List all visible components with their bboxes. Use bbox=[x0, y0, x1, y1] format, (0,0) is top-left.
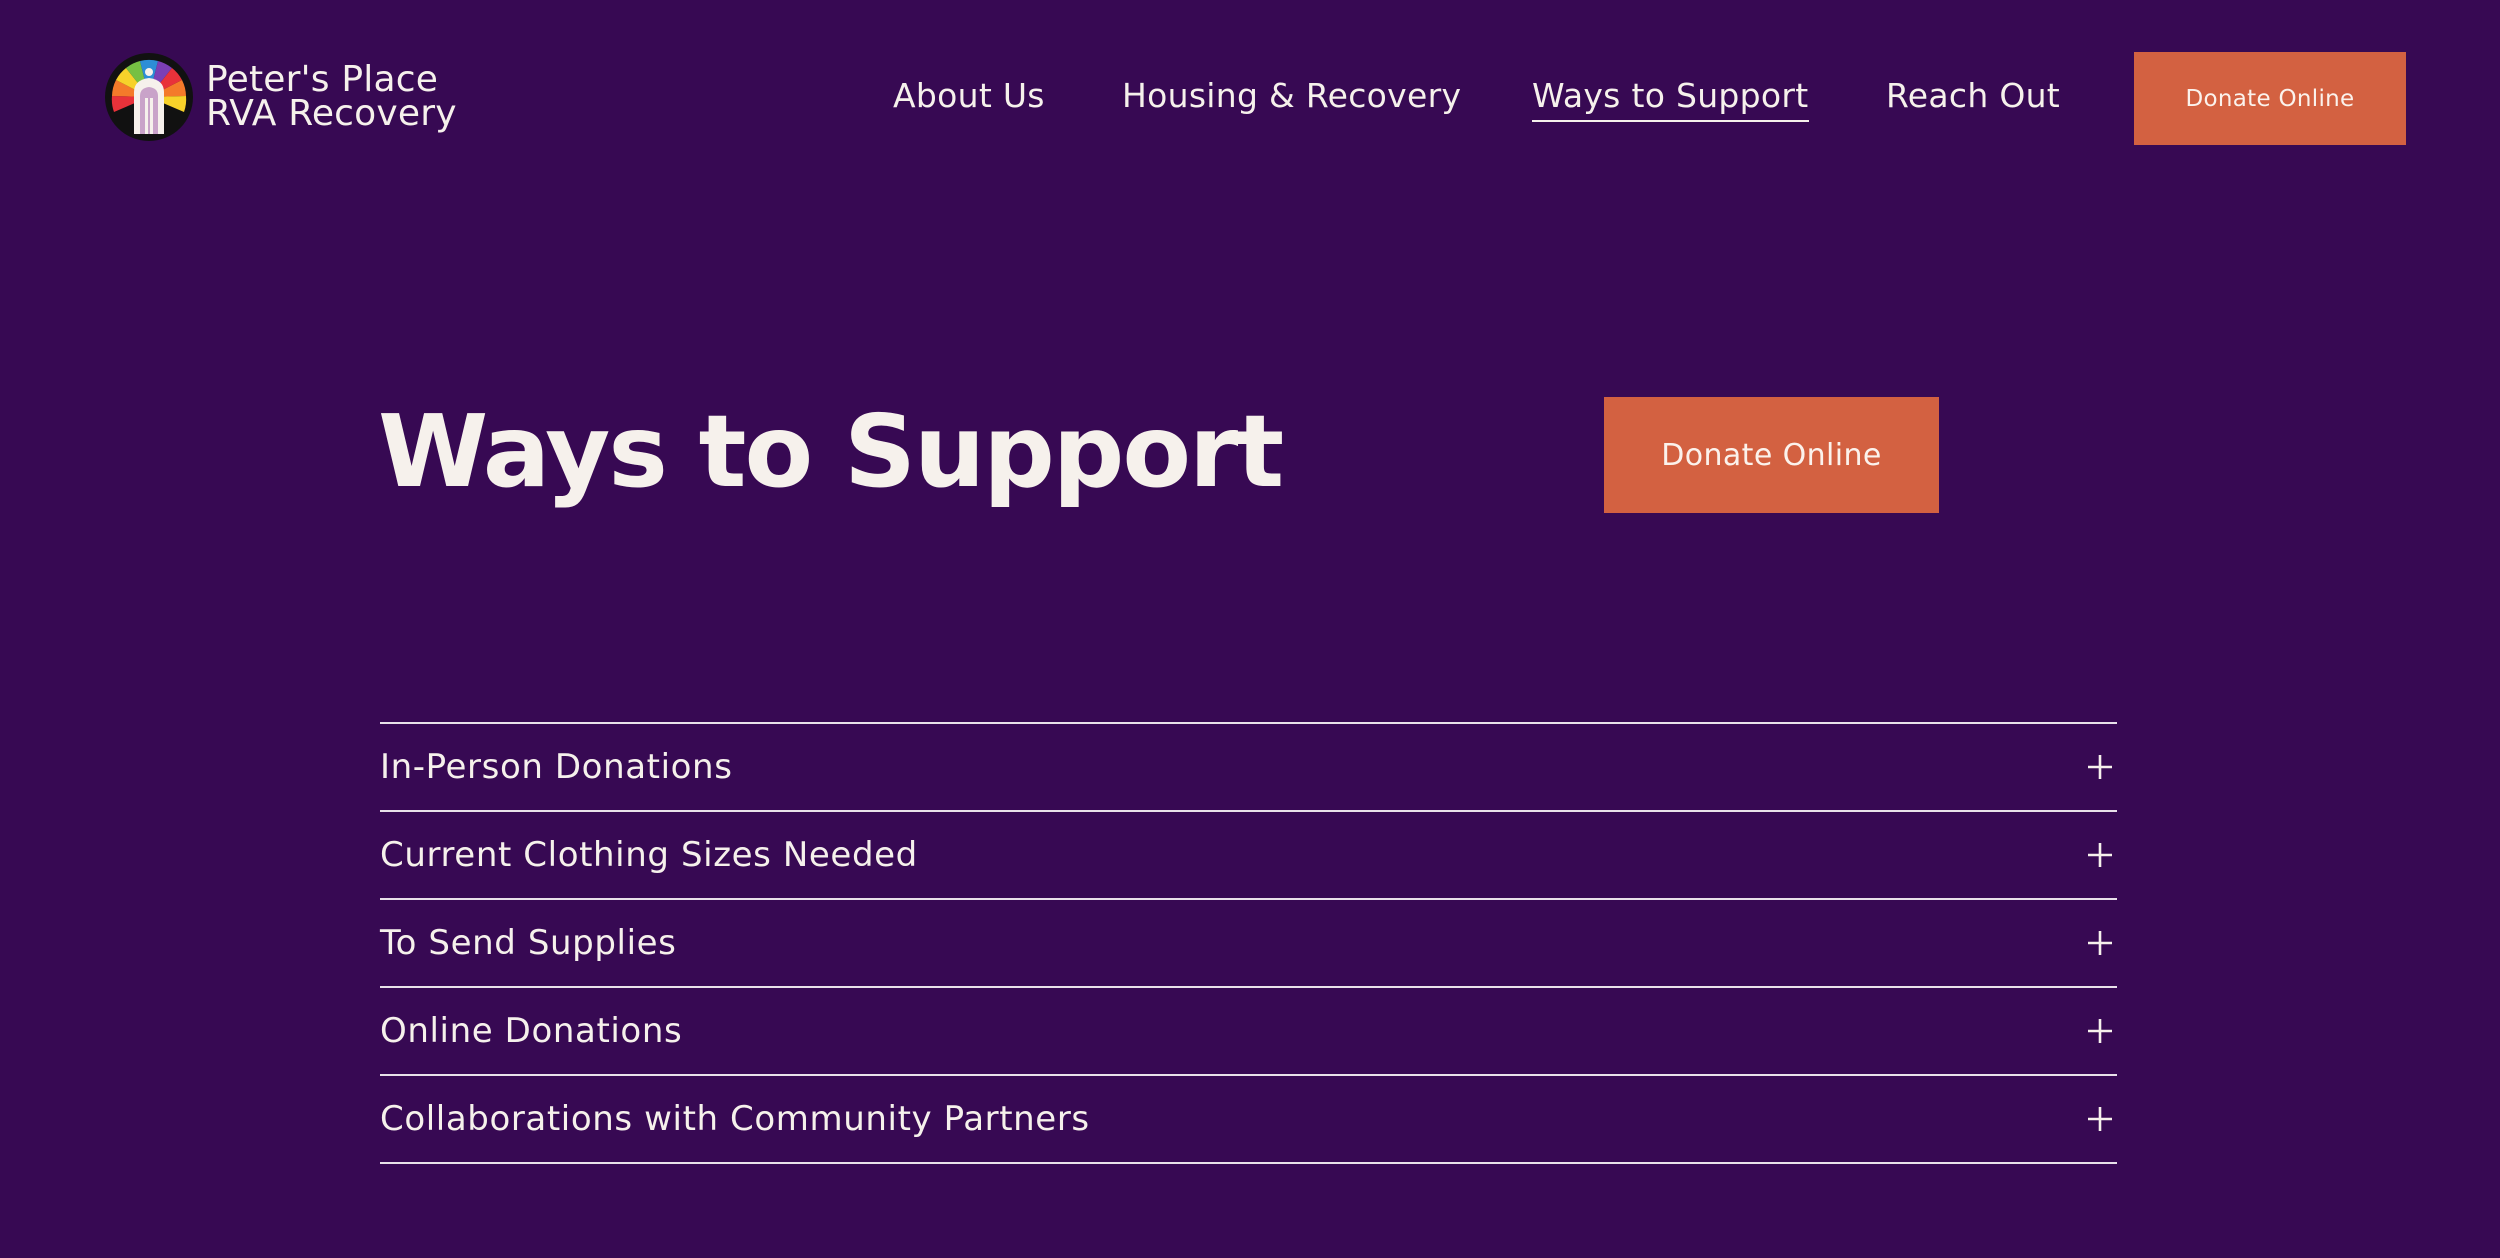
nav-ways-to-support[interactable]: Ways to Support bbox=[1532, 72, 1809, 122]
hero-donate-button[interactable]: Donate Online bbox=[1604, 397, 1939, 513]
plus-icon[interactable] bbox=[2087, 1018, 2113, 1044]
accordion-item-clothing-sizes[interactable]: Current Clothing Sizes Needed bbox=[380, 812, 2117, 900]
accordion-item-in-person-donations[interactable]: In-Person Donations bbox=[380, 724, 2117, 812]
plus-icon[interactable] bbox=[2087, 930, 2113, 956]
logo-line-1: Peter's Place bbox=[206, 59, 439, 100]
plus-icon[interactable] bbox=[2087, 754, 2113, 780]
plus-icon[interactable] bbox=[2087, 1106, 2113, 1132]
logo-line-2: RVA Recovery bbox=[206, 93, 457, 134]
accordion-item-community-partners[interactable]: Collaborations with Community Partners bbox=[380, 1076, 2117, 1164]
site-header: Peter's Place RVA Recovery About Us Hous… bbox=[0, 0, 2500, 200]
accordion-label: To Send Supplies bbox=[380, 923, 677, 963]
accordion-label: In-Person Donations bbox=[380, 747, 733, 787]
page-title: Ways to Support bbox=[378, 393, 1284, 510]
accordion-item-online-donations[interactable]: Online Donations bbox=[380, 988, 2117, 1076]
accordion-label: Online Donations bbox=[380, 1011, 683, 1051]
nav-housing-recovery[interactable]: Housing & Recovery bbox=[1122, 72, 1461, 120]
nav-reach-out[interactable]: Reach Out bbox=[1886, 72, 2060, 120]
logo-text: Peter's Place RVA Recovery bbox=[206, 59, 457, 134]
logo-icon bbox=[105, 53, 193, 141]
support-accordion: In-Person Donations Current Clothing Siz… bbox=[380, 722, 2117, 1164]
nav-about-us[interactable]: About Us bbox=[893, 72, 1045, 120]
accordion-item-send-supplies[interactable]: To Send Supplies bbox=[380, 900, 2117, 988]
site-logo[interactable]: Peter's Place RVA Recovery bbox=[104, 52, 457, 142]
plus-icon[interactable] bbox=[2087, 842, 2113, 868]
accordion-label: Current Clothing Sizes Needed bbox=[380, 835, 918, 875]
accordion-label: Collaborations with Community Partners bbox=[380, 1099, 1090, 1139]
header-donate-button[interactable]: Donate Online bbox=[2134, 52, 2406, 145]
